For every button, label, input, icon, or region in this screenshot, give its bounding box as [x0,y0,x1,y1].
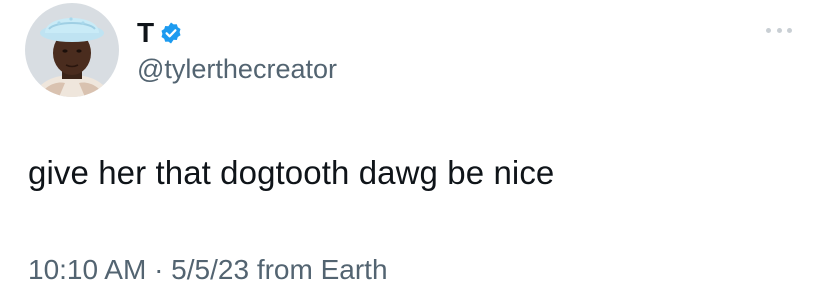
tweet-card: T @tylerthecreator give her that dogtoot… [0,0,828,285]
display-name[interactable]: T [137,17,154,49]
more-options-icon[interactable] [766,20,796,40]
dot [776,27,782,33]
tweet-timestamp[interactable]: 10:10 AM · 5/5/23 from Earth [28,252,388,288]
avatar-image [25,3,119,97]
author-name-row: T [137,17,183,49]
tweet-text: give her that dogtooth dawg be nice [28,154,555,191]
author-handle[interactable]: @tylerthecreator [137,52,337,86]
dot [787,27,792,33]
dot [766,27,771,33]
verified-badge-icon [159,21,183,45]
avatar[interactable] [25,3,119,97]
